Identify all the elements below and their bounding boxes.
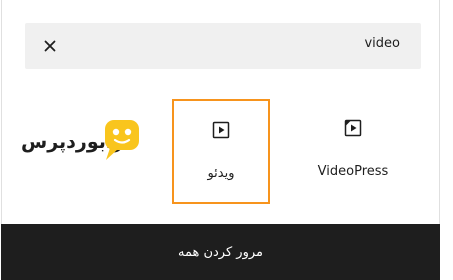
search-input[interactable]: video [364, 36, 400, 51]
rabwordpress-logo: رابوردپرس [20, 118, 142, 170]
search-box[interactable]: video [25, 23, 421, 69]
clear-search-button[interactable] [38, 34, 62, 58]
block-label: ویدئو [207, 166, 235, 181]
block-videopress[interactable]: VideoPress [304, 99, 402, 204]
play-icon [212, 121, 230, 139]
block-video[interactable]: ویدئو [172, 99, 270, 204]
browse-all-label: مرور کردن همه [178, 244, 263, 260]
videopress-icon [344, 119, 362, 137]
browse-all-button[interactable]: مرور کردن همه [1, 224, 440, 280]
block-label: VideoPress [317, 164, 389, 179]
close-icon [44, 40, 56, 52]
logo-mascot-icon [105, 120, 139, 160]
